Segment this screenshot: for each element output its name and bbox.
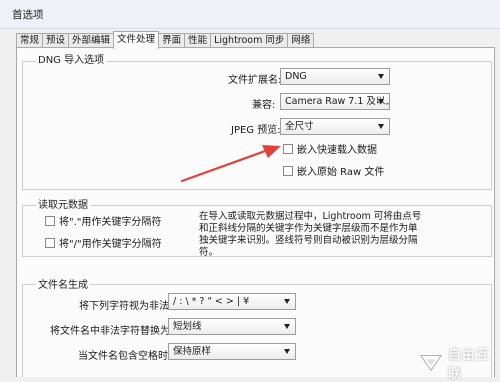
annotation-arrow: [180, 145, 281, 183]
watermark-logo-icon: [419, 355, 443, 372]
watermark: 自由互联: [418, 348, 500, 382]
tab-file-handling[interactable]: 文件处理: [113, 31, 160, 49]
watermark-text: 自由互联: [448, 348, 491, 382]
